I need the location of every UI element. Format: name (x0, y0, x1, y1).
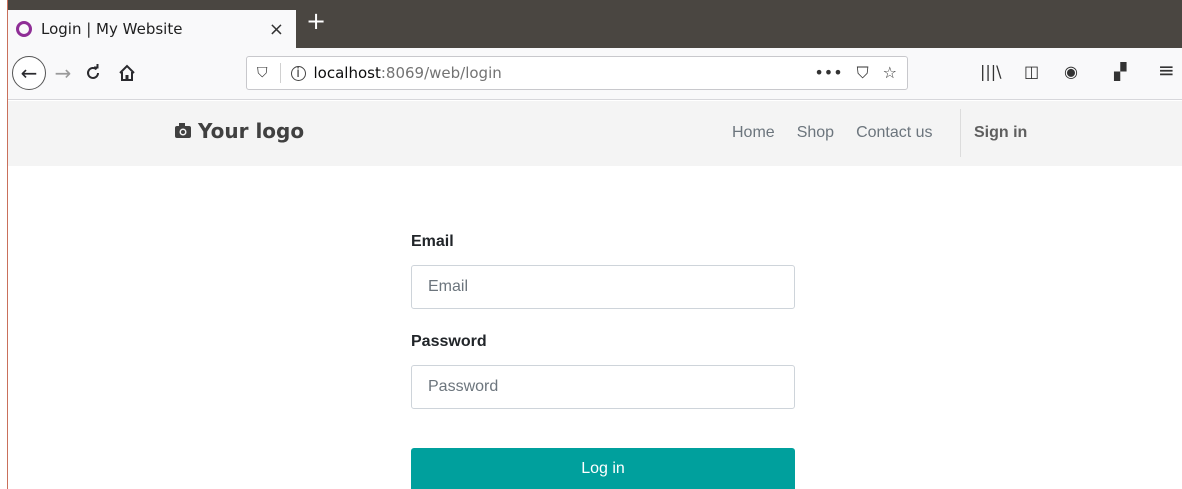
pocket-icon[interactable]: ⛉ (857, 63, 869, 83)
url-path: :8069/web/login (380, 64, 502, 82)
nav-link-shop[interactable]: Shop (797, 124, 834, 142)
reload-button[interactable] (78, 60, 108, 86)
log-in-button[interactable]: Log in (411, 448, 795, 489)
tab-title: Login | My Website (41, 20, 183, 38)
site-info-icon[interactable]: i (290, 65, 306, 81)
url-host: localhost (313, 64, 381, 82)
site-logo[interactable]: Your logo (174, 119, 304, 143)
url-actions: ••• ⛉ ☆ (814, 63, 897, 83)
browser-tab[interactable]: Login | My Website × (8, 8, 296, 48)
reload-icon (87, 64, 99, 79)
site-header: Your logo Home Shop Contact us Sign in (8, 101, 1182, 166)
nav-link-home[interactable]: Home (732, 124, 775, 142)
email-field[interactable] (411, 265, 795, 309)
logo-text: Your logo (198, 119, 305, 143)
new-tab-button[interactable]: + (306, 9, 326, 33)
tracking-shield-icon[interactable]: ⛉ (257, 65, 268, 81)
favicon-icon (16, 21, 32, 37)
library-icon[interactable]: |||\ (980, 62, 1002, 81)
sidebar-icon[interactable]: ◫ (1024, 62, 1039, 81)
window-frame (0, 0, 8, 489)
home-icon (119, 64, 135, 81)
tab-strip: Login | My Website × + (8, 0, 1182, 48)
bookmark-star-icon[interactable]: ☆ (883, 63, 897, 83)
url-text[interactable]: localhost:8069/web/login (314, 64, 502, 82)
account-icon[interactable]: ◉ (1064, 62, 1078, 81)
site-nav: Home Shop Contact us (732, 124, 943, 142)
page-actions-icon[interactable]: ••• (814, 63, 842, 83)
nav-link-contact[interactable]: Contact us (856, 124, 932, 142)
url-separator (279, 63, 281, 83)
nav-divider (960, 109, 961, 157)
sign-in-link[interactable]: Sign in (974, 124, 1027, 142)
password-field[interactable] (411, 365, 795, 409)
menu-icon[interactable]: ≡ (1158, 58, 1175, 82)
password-label: Password (411, 333, 487, 350)
forward-button[interactable]: → (50, 60, 76, 86)
tab-close-icon[interactable]: × (269, 19, 284, 40)
home-button[interactable] (112, 60, 142, 86)
email-label: Email (411, 233, 454, 250)
extension-icon[interactable]: ▞ (1114, 62, 1126, 81)
back-button[interactable]: ← (12, 56, 46, 90)
url-bar[interactable]: ⛉ i localhost:8069/web/login ••• ⛉ ☆ (246, 56, 908, 90)
camera-icon (175, 123, 191, 138)
browser-toolbar: ← → ⛉ i localhost:8069/web/login ••• ⛉ ☆… (8, 48, 1182, 100)
